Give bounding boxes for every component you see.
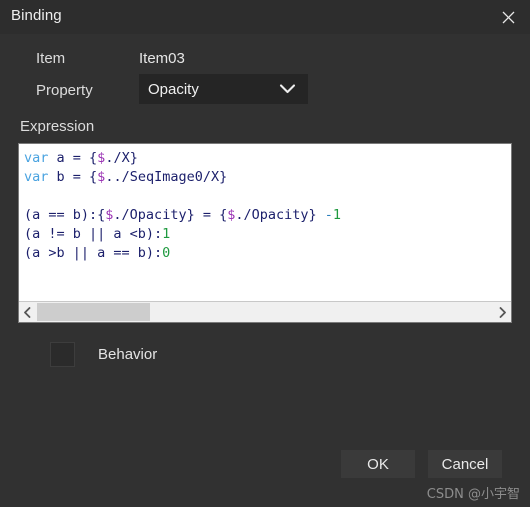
code-token: 0: [162, 245, 171, 261]
code-line: var b = {$../SeqImage0/X}: [24, 168, 511, 187]
watermark: CSDN @小宇智: [426, 487, 520, 502]
code-line: (a == b):{$./Opacity} = {$./Opacity} -1: [24, 206, 511, 225]
code-token: 1: [332, 207, 342, 223]
property-dropdown[interactable]: Opacity: [139, 74, 308, 104]
code-token: (a != b || a <b):: [24, 226, 163, 242]
item-value: Item03: [139, 50, 185, 67]
code-token: b = {: [48, 169, 98, 185]
code-token: -: [324, 207, 333, 223]
expression-editor[interactable]: var a = {$./X} var b = {$../SeqImage0/X} …: [18, 143, 512, 323]
code-token: (a >b || a == b):: [24, 245, 163, 261]
editor-horizontal-scrollbar[interactable]: [19, 301, 511, 322]
code-line: var a = {$./X}: [24, 149, 511, 168]
code-token: var: [24, 150, 49, 166]
behavior-label: Behavior: [98, 346, 158, 363]
code-token: a = {: [48, 150, 98, 166]
expression-label: Expression: [20, 118, 95, 135]
code-line: (a >b || a == b):0: [24, 244, 511, 263]
scrollbar-thumb[interactable]: [37, 303, 150, 321]
close-icon: [502, 11, 515, 24]
code-token: ../SeqImage0/X}: [105, 169, 228, 185]
code-line: (a != b || a <b):1: [24, 225, 511, 244]
property-label: Property: [36, 82, 93, 99]
behavior-checkbox[interactable]: [50, 342, 75, 367]
chevron-down-icon: [279, 84, 296, 95]
dialog-title: Binding: [11, 7, 62, 24]
code-token: ./X}: [105, 150, 138, 166]
code-token: ./Opacity}: [235, 207, 325, 223]
code-token: ./Opacity} = {: [113, 207, 228, 223]
dialog-titlebar: Binding: [0, 0, 530, 34]
property-dropdown-value: Opacity: [148, 80, 199, 98]
code-token: var: [24, 169, 49, 185]
chevron-right-icon[interactable]: [494, 302, 511, 322]
chevron-left-icon[interactable]: [19, 302, 36, 322]
item-label: Item: [36, 50, 66, 67]
behavior-row: Behavior: [50, 342, 157, 367]
ok-button[interactable]: OK: [341, 450, 415, 478]
cancel-button[interactable]: Cancel: [428, 450, 502, 478]
code-token: (a == b):{: [24, 207, 106, 223]
expression-code-area[interactable]: var a = {$./X} var b = {$../SeqImage0/X} …: [19, 144, 511, 300]
close-button[interactable]: [490, 0, 526, 34]
code-token: 1: [162, 226, 171, 242]
